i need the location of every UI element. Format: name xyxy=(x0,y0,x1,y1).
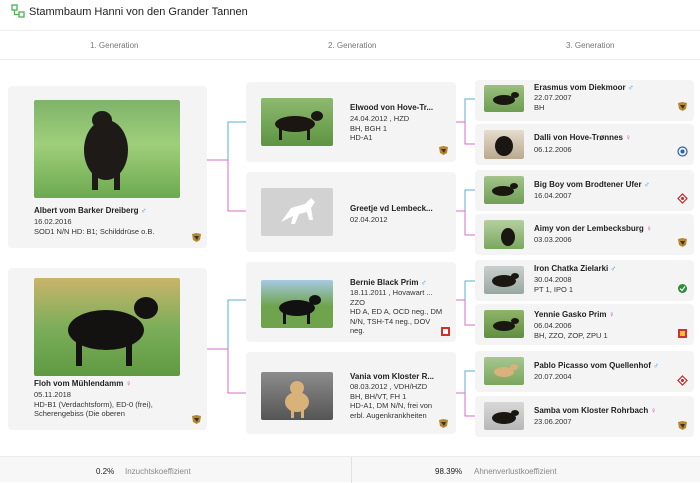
dog-card-dalli[interactable]: Dalli von Hove-Trønnes ♀ 06.12.2006 xyxy=(475,124,694,165)
dog-card-vania[interactable]: Vania vom Kloster R... 08.03.2012 , VDH/… xyxy=(246,352,456,434)
club-logo-icon xyxy=(439,146,448,155)
dog-info: 02.04.2012 xyxy=(350,215,388,224)
dog-info: 06.04.2006 BH, ZZO, ZOP, ZPU 1 xyxy=(534,321,608,340)
dog-name[interactable]: Greetje vd Lembeck... xyxy=(350,204,442,213)
dog-name[interactable]: Vania vom Kloster R... xyxy=(350,372,442,381)
female-icon: ♀ xyxy=(608,310,615,319)
dog-name[interactable]: Yennie Gasko Prim ♀ xyxy=(534,310,684,319)
dog-card-elwood[interactable]: Elwood von Hove-Tr... 24.04.2012 , HZD B… xyxy=(246,82,456,162)
dog-info: 22.07.2007 BH xyxy=(534,93,572,112)
dog-photo xyxy=(484,85,524,112)
dog-card-floh[interactable]: Floh vom Mühlendamm ♀ 05.11.2018 HD-B1 (… xyxy=(8,268,207,430)
dog-card-erasmus[interactable]: Erasmus vom Diekmoor ♂ 22.07.2007 BH xyxy=(475,80,694,121)
dog-photo xyxy=(261,280,333,328)
dog-info: 06.12.2006 xyxy=(534,145,572,154)
coefficient-footer: 0.2% Inzuchtskoeffizient 98.39% Ahnenver… xyxy=(0,456,700,483)
dog-info: 18.11.2011 , Hovawart ... ZZO HD A, ED A… xyxy=(350,288,443,335)
female-icon: ♀ xyxy=(125,379,132,388)
club-logo-icon xyxy=(678,329,687,338)
dog-name[interactable]: Aimy von der Lembecksburg ♀ xyxy=(534,224,684,233)
dog-info: 30.04.2008 PT 1, IPO 1 xyxy=(534,275,574,294)
dog-info: 23.06.2007 xyxy=(534,417,572,426)
dog-info: 20.07.2004 xyxy=(534,372,572,381)
club-logo-icon xyxy=(192,233,201,242)
dog-info: 16.02.2016 SOD1 N/N HD: B1; Schilddrüse … xyxy=(34,217,155,236)
male-icon: ♂ xyxy=(627,83,634,92)
club-logo-icon xyxy=(441,327,450,336)
dog-card-samba[interactable]: Samba vom Kloster Rohrbach ♀ 23.06.2007 xyxy=(475,396,694,437)
dog-card-aimy[interactable]: Aimy von der Lembecksburg ♀ 03.03.2006 xyxy=(475,214,694,255)
dog-info: 16.04.2007 xyxy=(534,191,572,200)
female-icon: ♀ xyxy=(625,133,632,142)
dog-info: 05.11.2018 HD-B1 (Verdachtsform), ED-0 (… xyxy=(34,390,153,418)
dog-card-greetje[interactable]: Greetje vd Lembeck... 02.04.2012 xyxy=(246,172,456,252)
dog-card-pablo[interactable]: Pablo Picasso vom Quellenhof ♂ 20.07.200… xyxy=(475,351,694,392)
club-logo-icon xyxy=(677,146,688,157)
dog-photo xyxy=(34,278,180,376)
club-logo-icon xyxy=(678,421,687,430)
dog-photo xyxy=(484,310,524,338)
club-logo-icon xyxy=(192,415,201,424)
ancestor-loss-label: Ahnenverlustkoeffizient xyxy=(474,467,557,476)
male-icon: ♂ xyxy=(420,278,427,287)
dog-info: 03.03.2006 xyxy=(534,235,572,244)
dog-info: 24.04.2012 , HZD BH, BGH 1 HD-A1 xyxy=(350,114,410,142)
ancestor-loss-value: 98.39% xyxy=(435,467,463,476)
male-icon: ♂ xyxy=(653,361,660,370)
club-logo-icon xyxy=(678,238,687,247)
club-logo-icon xyxy=(677,193,688,204)
club-logo-icon xyxy=(677,375,688,386)
dog-photo xyxy=(484,220,524,249)
dog-name[interactable]: Dalli von Hove-Trønnes ♀ xyxy=(534,133,684,142)
dog-info: 08.03.2012 , VDH/HZD BH, BH/VT, FH 1 HD-… xyxy=(350,382,433,420)
dog-photo xyxy=(261,372,333,420)
dog-placeholder-icon xyxy=(281,198,315,224)
dog-photo xyxy=(484,402,524,430)
dog-name[interactable]: Big Boy vom Brodtener Ufer ♂ xyxy=(534,180,684,189)
male-icon: ♂ xyxy=(140,206,147,215)
dog-name[interactable]: Floh vom Mühlendamm ♀ xyxy=(34,379,204,388)
female-icon: ♀ xyxy=(646,224,653,233)
dog-name[interactable]: Bernie Black Prim ♂ xyxy=(350,278,450,287)
club-logo-icon xyxy=(439,419,448,428)
dog-photo xyxy=(484,357,524,385)
dog-card-bernie[interactable]: Bernie Black Prim ♂ 18.11.2011 , Hovawar… xyxy=(246,262,456,342)
female-icon: ♀ xyxy=(650,406,657,415)
club-logo-icon xyxy=(678,284,687,293)
dog-name[interactable]: Erasmus vom Diekmoor ♂ xyxy=(534,83,684,92)
dog-photo xyxy=(484,266,524,294)
dog-photo xyxy=(484,176,524,204)
dog-name[interactable]: Iron Chatka Zielarki ♂ xyxy=(534,264,684,273)
inbreeding-label: Inzuchtskoeffizient xyxy=(125,467,191,476)
dog-name[interactable]: Elwood von Hove-Tr... xyxy=(350,103,442,112)
dog-card-yennie[interactable]: Yennie Gasko Prim ♀ 06.04.2006 BH, ZZO, … xyxy=(475,304,694,345)
dog-photo xyxy=(34,100,180,198)
dog-photo xyxy=(261,98,333,146)
dog-name[interactable]: Pablo Picasso vom Quellenhof ♂ xyxy=(534,361,684,370)
dog-card-bigboy[interactable]: Big Boy vom Brodtener Ufer ♂ 16.04.2007 xyxy=(475,170,694,211)
dog-card-iron[interactable]: Iron Chatka Zielarki ♂ 30.04.2008 PT 1, … xyxy=(475,260,694,301)
dog-photo-placeholder xyxy=(261,188,333,236)
dog-name[interactable]: Samba vom Kloster Rohrbach ♀ xyxy=(534,406,684,415)
dog-name[interactable]: Albert vom Barker Dreiberg ♂ xyxy=(34,206,204,215)
dog-photo xyxy=(484,130,524,159)
footer-divider xyxy=(351,457,352,483)
male-icon: ♂ xyxy=(643,180,650,189)
club-logo-icon xyxy=(678,102,687,111)
male-icon: ♂ xyxy=(610,264,617,273)
dog-card-albert[interactable]: Albert vom Barker Dreiberg ♂ 16.02.2016 … xyxy=(8,86,207,248)
inbreeding-value: 0.2% xyxy=(96,467,115,476)
